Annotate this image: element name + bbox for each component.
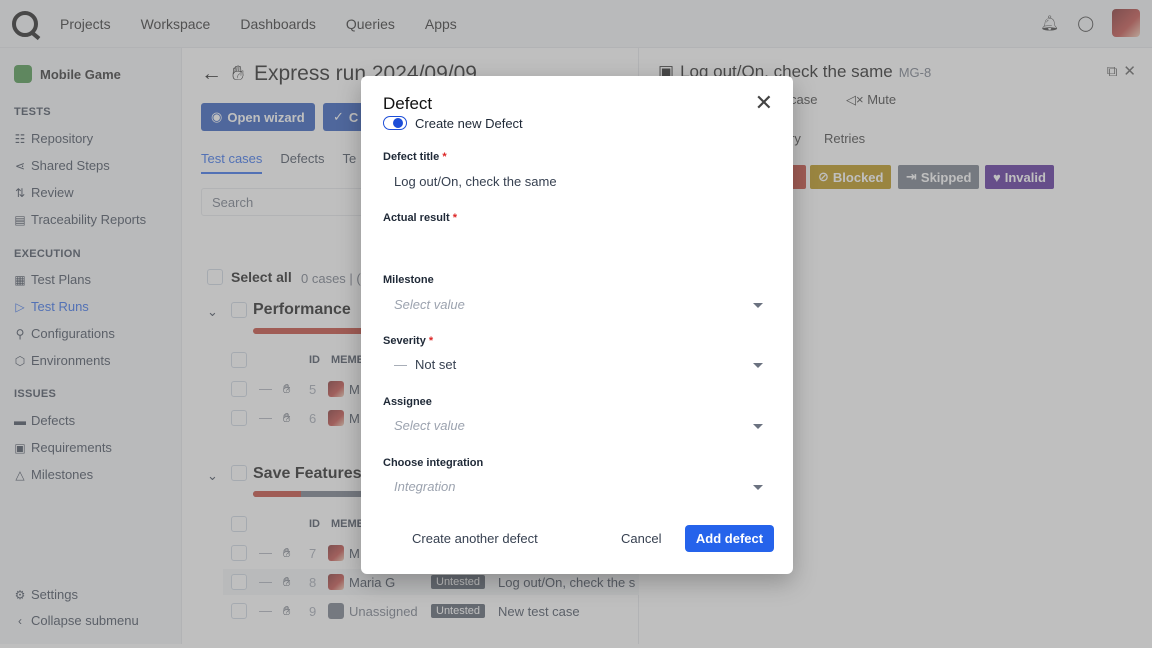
- severity-label: Severity *: [383, 335, 434, 347]
- actual-result-field[interactable]: [383, 230, 773, 270]
- create-another-defect-toggle[interactable]: Create another defect: [412, 531, 538, 546]
- dash-icon: —: [394, 357, 407, 372]
- severity-select[interactable]: — Not set: [383, 351, 773, 381]
- assignee-label: Assignee: [383, 396, 432, 408]
- chevron-down-icon: [753, 424, 763, 429]
- defect-title-field[interactable]: Log out/On, check the same: [383, 168, 773, 198]
- defect-modal: Defect ✕ Create new Defect Defect title …: [361, 76, 793, 574]
- toggle-label: Create new Defect: [415, 116, 523, 131]
- chevron-down-icon: [753, 363, 763, 368]
- integration-select[interactable]: Integration: [383, 473, 773, 503]
- modal-title: Defect: [383, 94, 433, 113]
- cancel-button[interactable]: Cancel: [621, 531, 661, 546]
- actual-result-label: Actual result *: [383, 212, 457, 224]
- integration-label: Choose integration: [383, 457, 484, 469]
- chevron-down-icon: [753, 485, 763, 490]
- defect-title-label: Defect title *: [383, 151, 447, 163]
- add-defect-button[interactable]: Add defect: [685, 525, 774, 552]
- milestone-select[interactable]: Select value: [383, 291, 773, 321]
- milestone-label: Milestone: [383, 274, 434, 286]
- close-icon[interactable]: ✕: [755, 92, 773, 114]
- chevron-down-icon: [753, 303, 763, 308]
- create-new-defect-toggle[interactable]: [383, 116, 407, 130]
- assignee-select[interactable]: Select value: [383, 412, 773, 442]
